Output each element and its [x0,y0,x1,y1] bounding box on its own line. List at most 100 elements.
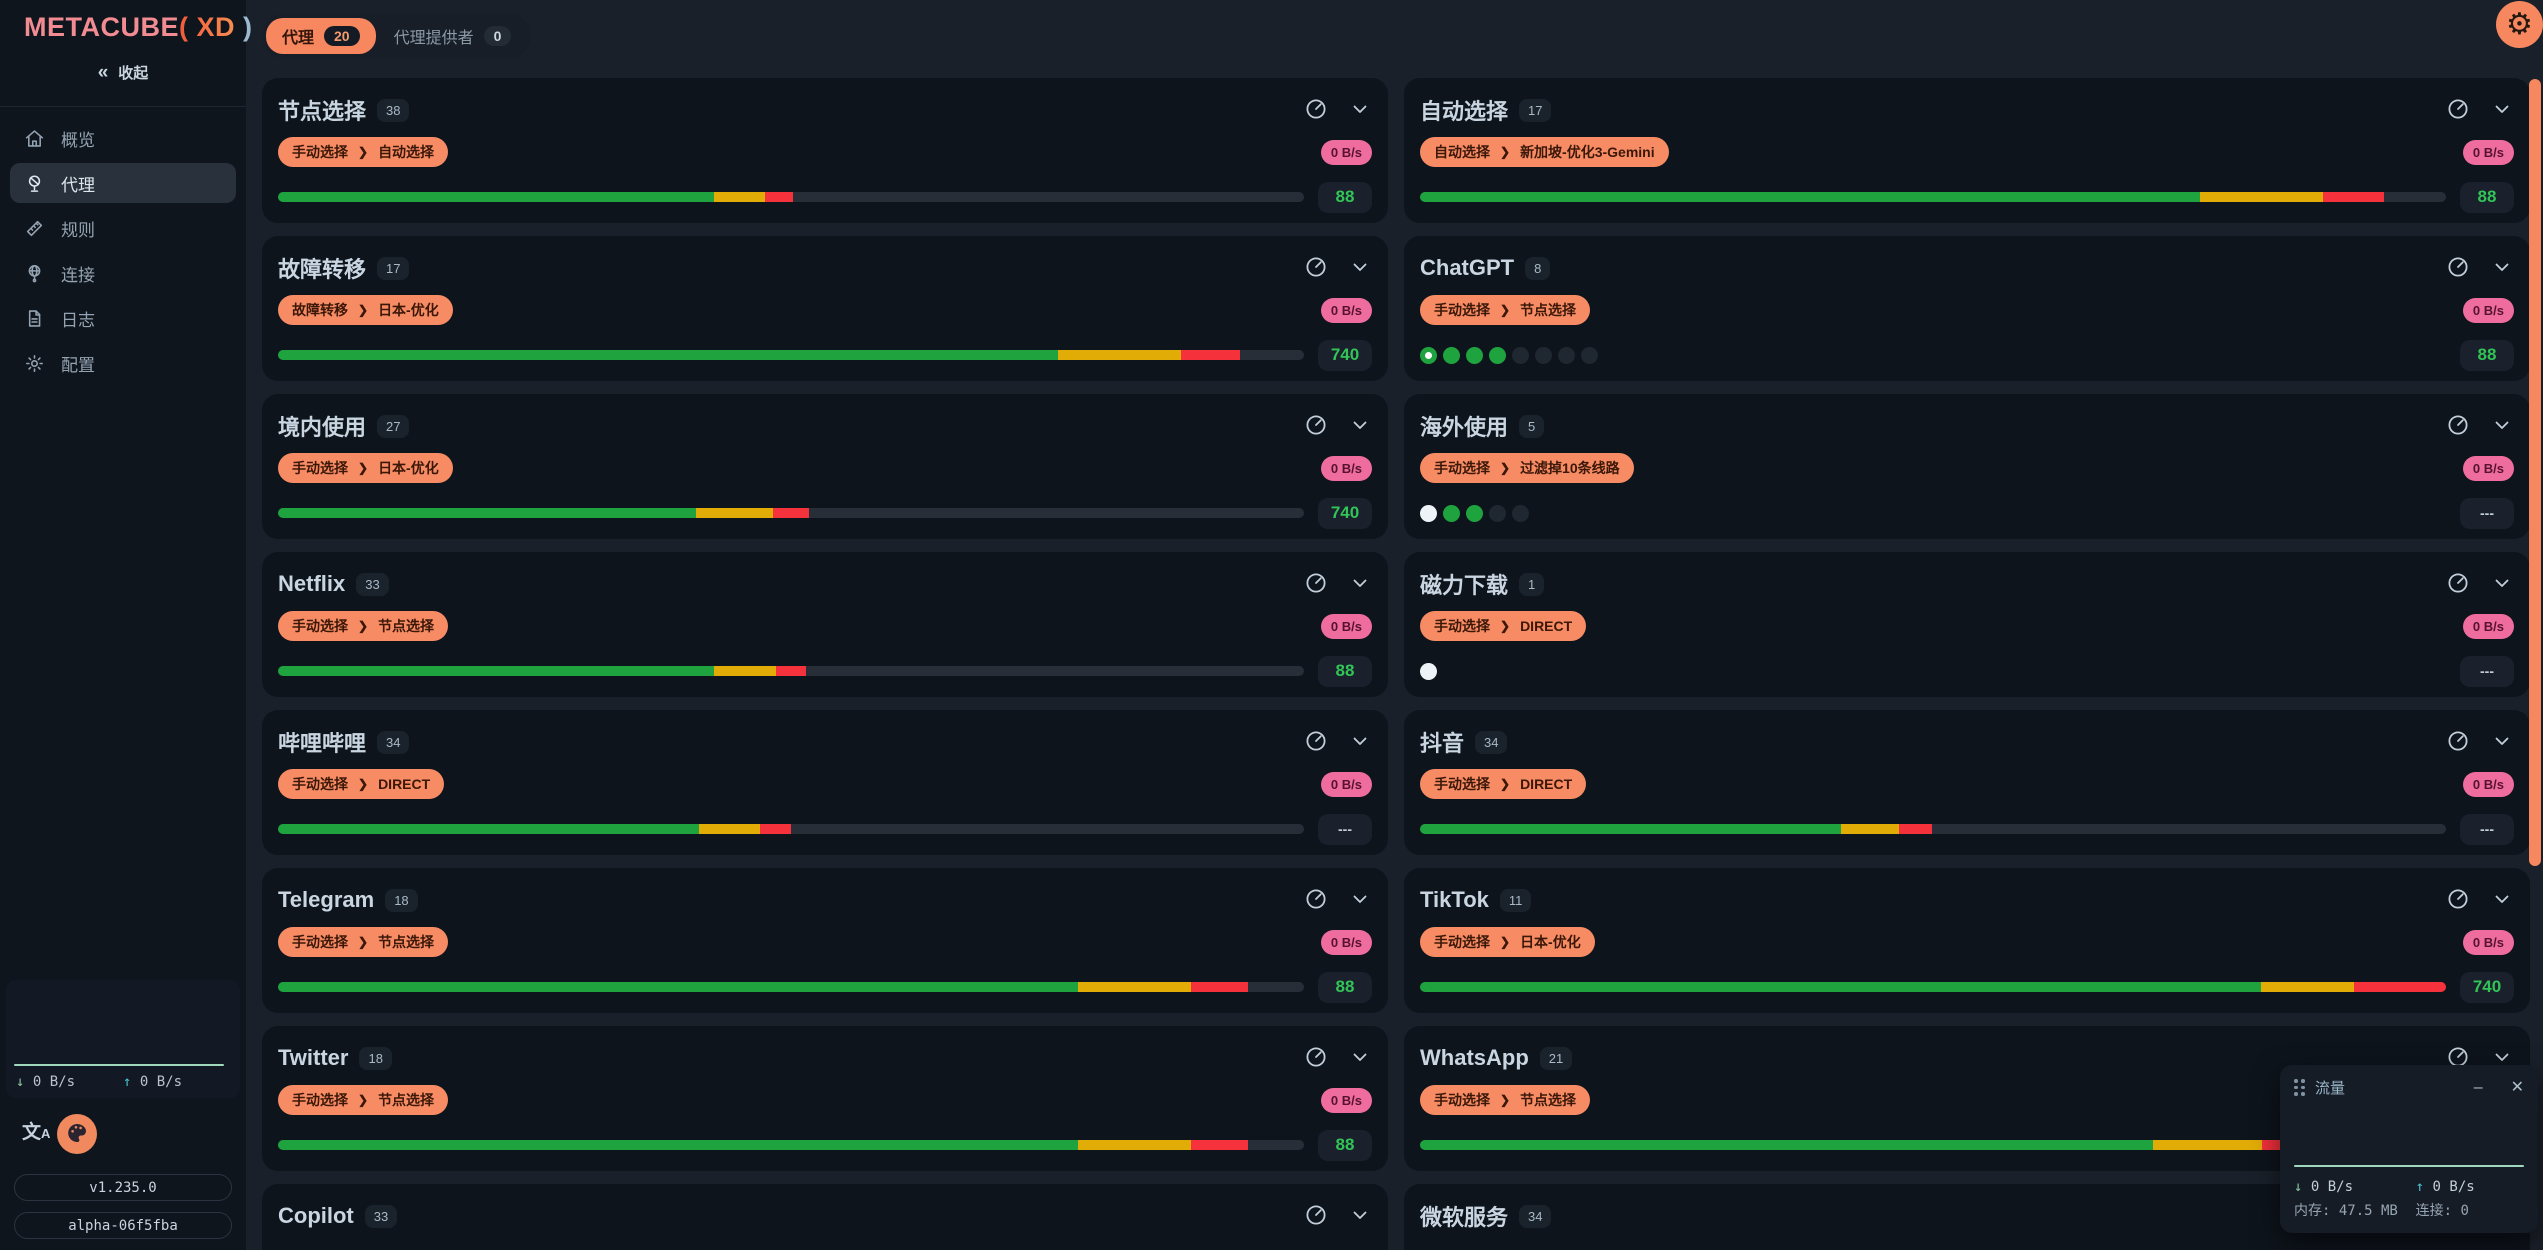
chevron-down-icon [1348,1215,1372,1230]
sidebar-item-rules[interactable]: 规则 [10,208,236,248]
top-bar: 代理 20 代理提供者 0 ⚙ [246,0,2543,78]
proxy-group-name: 微软服务 [1420,1200,1508,1232]
proxy-group-card: TikTok 11 手动选择 ❯ 日本-优化 0 B/s 740 [1404,868,2530,1013]
proxy-count-badge: 18 [385,889,417,912]
speed-badge: 0 B/s [1321,772,1372,797]
latency-dot-green [1489,347,1506,364]
tab-proxy-providers[interactable]: 代理提供者 0 [378,18,528,54]
speed-badge: 0 B/s [2463,456,2514,481]
latency-test-button[interactable] [1304,729,1328,755]
speedometer-icon [1304,109,1328,124]
latency-value-badge: 88 [2460,340,2514,371]
traffic-panel-title: 流量 [2315,1077,2446,1098]
bar-red-segment [773,508,810,518]
expand-collapse-button[interactable] [2490,887,2514,913]
chevron-right-icon: ❯ [358,935,368,949]
expand-collapse-button[interactable] [1348,255,1372,281]
collapse-label: 收起 [118,62,148,83]
proxy-count-badge: 8 [1525,257,1550,280]
minimize-button[interactable]: – [2474,1080,2483,1096]
proxy-group-card: Netflix 33 手动选择 ❯ 节点选择 0 B/s 88 [262,552,1388,697]
chevron-right-icon: ❯ [1500,145,1510,159]
expand-collapse-button[interactable] [1348,1045,1372,1071]
latency-test-button[interactable] [2446,97,2470,123]
proxy-group-card: Telegram 18 手动选择 ❯ 节点选择 0 B/s 88 [262,868,1388,1013]
proxy-count-badge: 34 [377,731,409,754]
latency-test-button[interactable] [2446,887,2470,913]
chevron-down-icon [2490,109,2514,124]
latency-test-button[interactable] [1304,1203,1328,1229]
speedometer-icon [2446,425,2470,440]
latency-test-button[interactable] [1304,413,1328,439]
latency-test-button[interactable] [1304,255,1328,281]
latency-test-button[interactable] [1304,887,1328,913]
latency-test-button[interactable] [2446,729,2470,755]
selection-breadcrumb-badge: 故障转移 ❯ 日本-优化 [278,295,453,325]
latency-value-badge: 88 [1318,656,1372,687]
speedometer-icon [2446,899,2470,914]
selection-source: 手动选择 [292,458,348,478]
latency-value-badge: --- [1318,814,1372,845]
latency-test-button[interactable] [1304,1045,1328,1071]
bar-red-segment [1181,350,1241,360]
proxy-group-name: WhatsApp [1420,1045,1529,1071]
latency-test-button[interactable] [1304,571,1328,597]
expand-collapse-button[interactable] [1348,1203,1372,1229]
expand-collapse-button[interactable] [1348,887,1372,913]
expand-collapse-button[interactable] [1348,729,1372,755]
selection-breadcrumb-badge: 手动选择 ❯ 节点选择 [278,611,448,641]
latency-test-button[interactable] [1304,97,1328,123]
scrollbar-thumb[interactable] [2529,79,2541,866]
proxy-group-card: Twitter 18 手动选择 ❯ 节点选择 0 B/s 88 [262,1026,1388,1171]
latency-distribution-bar [278,1140,1304,1150]
expand-collapse-button[interactable] [2490,571,2514,597]
app-root: METACUBE( XD ) « 收起 概览 代理 规则 连接 日志 配置 ↓ … [0,0,2543,1250]
selection-target: 日本-优化 [378,300,439,320]
sidebar-item-logs[interactable]: 日志 [10,298,236,338]
proxy-group-card: 哔哩哔哩 34 手动选择 ❯ DIRECT 0 B/s --- [262,710,1388,855]
drag-handle-icon[interactable] [2294,1079,2305,1096]
bar-yellow-segment [2200,192,2323,202]
proxy-count-badge: 33 [365,1205,397,1228]
sidebar-item-home[interactable]: 概览 [10,118,236,158]
expand-collapse-button[interactable] [1348,571,1372,597]
sidebar-item-proxies[interactable]: 代理 [10,163,236,203]
tab-proxies[interactable]: 代理 20 [266,18,376,54]
proxy-group-name: 海外使用 [1420,410,1508,442]
expand-collapse-button[interactable] [1348,413,1372,439]
bar-red-segment [776,666,807,676]
chevron-right-icon: ❯ [1500,935,1510,949]
expand-collapse-button[interactable] [2490,97,2514,123]
bar-green-segment [278,824,699,834]
bar-yellow-segment [1841,824,1899,834]
chevron-down-icon [1348,741,1372,756]
sidebar-item-config[interactable]: 配置 [10,343,236,383]
expand-collapse-button[interactable] [2490,255,2514,281]
selection-target: 节点选择 [1520,300,1576,320]
latency-dots [1420,347,2446,364]
settings-button[interactable]: ⚙ [2496,1,2543,48]
proxy-group-name: 哔哩哔哩 [278,726,366,758]
sidebar-item-connections[interactable]: 连接 [10,253,236,293]
sidebar-collapse-button[interactable]: « 收起 [0,58,246,86]
expand-collapse-button[interactable] [2490,413,2514,439]
gear-icon: ⚙ [2506,10,2533,40]
proxy-group-card: 磁力下载 1 手动选择 ❯ DIRECT 0 B/s --- [1404,552,2530,697]
selection-target: 节点选择 [378,1090,434,1110]
proxy-count-badge: 17 [377,257,409,280]
proxy-count-badge: 34 [1519,1205,1551,1228]
expand-collapse-button[interactable] [2490,729,2514,755]
language-button[interactable]: 文A [16,1116,56,1145]
palette-icon [65,1121,89,1148]
selection-target: DIRECT [1520,776,1572,792]
close-button[interactable]: ✕ [2511,1080,2524,1096]
latency-dot-white [1420,663,1437,680]
latency-test-button[interactable] [2446,255,2470,281]
latency-test-button[interactable] [2446,413,2470,439]
theme-button[interactable] [57,1114,97,1154]
proxy-group-card: 境内使用 27 手动选择 ❯ 日本-优化 0 B/s 740 [262,394,1388,539]
expand-collapse-button[interactable] [1348,97,1372,123]
proxy-group-name: TikTok [1420,887,1489,913]
latency-test-button[interactable] [2446,571,2470,597]
chevron-right-icon: ❯ [1500,1093,1510,1107]
